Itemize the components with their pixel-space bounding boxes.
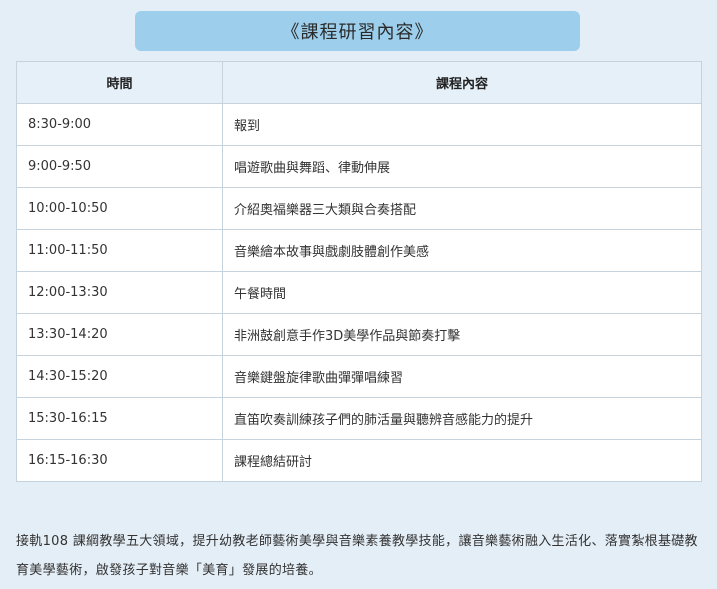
content-cell: 課程總結研討 <box>222 439 702 482</box>
course-description: 接軌108 課綱教學五大領域，提升幼教老師藝術美學與音樂素養教學技能，讓音樂藝術… <box>16 534 698 578</box>
content-cell: 直笛吹奏訓練孩子們的肺活量與聽辨音感能力的提升 <box>222 397 702 440</box>
table-row: 9:00-9:50 唱遊歌曲與舞蹈、律動伸展 <box>16 145 702 188</box>
section-title: 《課程研習內容》 <box>281 22 434 43</box>
time-cell: 9:00-9:50 <box>16 145 223 188</box>
course-schedule-table: 時間 課程內容 8:30-9:00 報到 9:00-9:50 唱遊歌曲與舞蹈、律… <box>16 61 702 482</box>
table-row: 13:30-14:20 非洲鼓創意手作3D美學作品與節奏打擊 <box>16 313 702 356</box>
header-content: 課程內容 <box>222 61 702 104</box>
table-row: 11:00-11:50 音樂繪本故事與戲劇肢體創作美感 <box>16 229 702 272</box>
table-row: 16:15-16:30 課程總結研討 <box>16 439 702 482</box>
content-cell: 介紹奧福樂器三大類與合奏搭配 <box>222 187 702 230</box>
time-cell: 14:30-15:20 <box>16 355 223 398</box>
table-header-row: 時間 課程內容 <box>16 61 702 104</box>
time-cell: 11:00-11:50 <box>16 229 223 272</box>
time-cell: 15:30-16:15 <box>16 397 223 440</box>
content-cell: 唱遊歌曲與舞蹈、律動伸展 <box>222 145 702 188</box>
content-cell: 報到 <box>222 103 702 146</box>
content-cell: 音樂鍵盤旋律歌曲彈彈唱練習 <box>222 355 702 398</box>
time-cell: 12:00-13:30 <box>16 271 223 314</box>
table-row: 14:30-15:20 音樂鍵盤旋律歌曲彈彈唱練習 <box>16 355 702 398</box>
time-cell: 13:30-14:20 <box>16 313 223 356</box>
table-row: 8:30-9:00 報到 <box>16 103 702 146</box>
time-cell: 8:30-9:00 <box>16 103 223 146</box>
content-cell: 音樂繪本故事與戲劇肢體創作美感 <box>222 229 702 272</box>
table-row: 15:30-16:15 直笛吹奏訓練孩子們的肺活量與聽辨音感能力的提升 <box>16 397 702 440</box>
time-cell: 16:15-16:30 <box>16 439 223 482</box>
section-title-banner: 《課程研習內容》 <box>135 11 580 51</box>
time-cell: 10:00-10:50 <box>16 187 223 230</box>
content-cell: 非洲鼓創意手作3D美學作品與節奏打擊 <box>222 313 702 356</box>
table-row: 10:00-10:50 介紹奧福樂器三大類與合奏搭配 <box>16 187 702 230</box>
content-cell: 午餐時間 <box>222 271 702 314</box>
header-time: 時間 <box>16 61 223 104</box>
table-row: 12:00-13:30 午餐時間 <box>16 271 702 314</box>
